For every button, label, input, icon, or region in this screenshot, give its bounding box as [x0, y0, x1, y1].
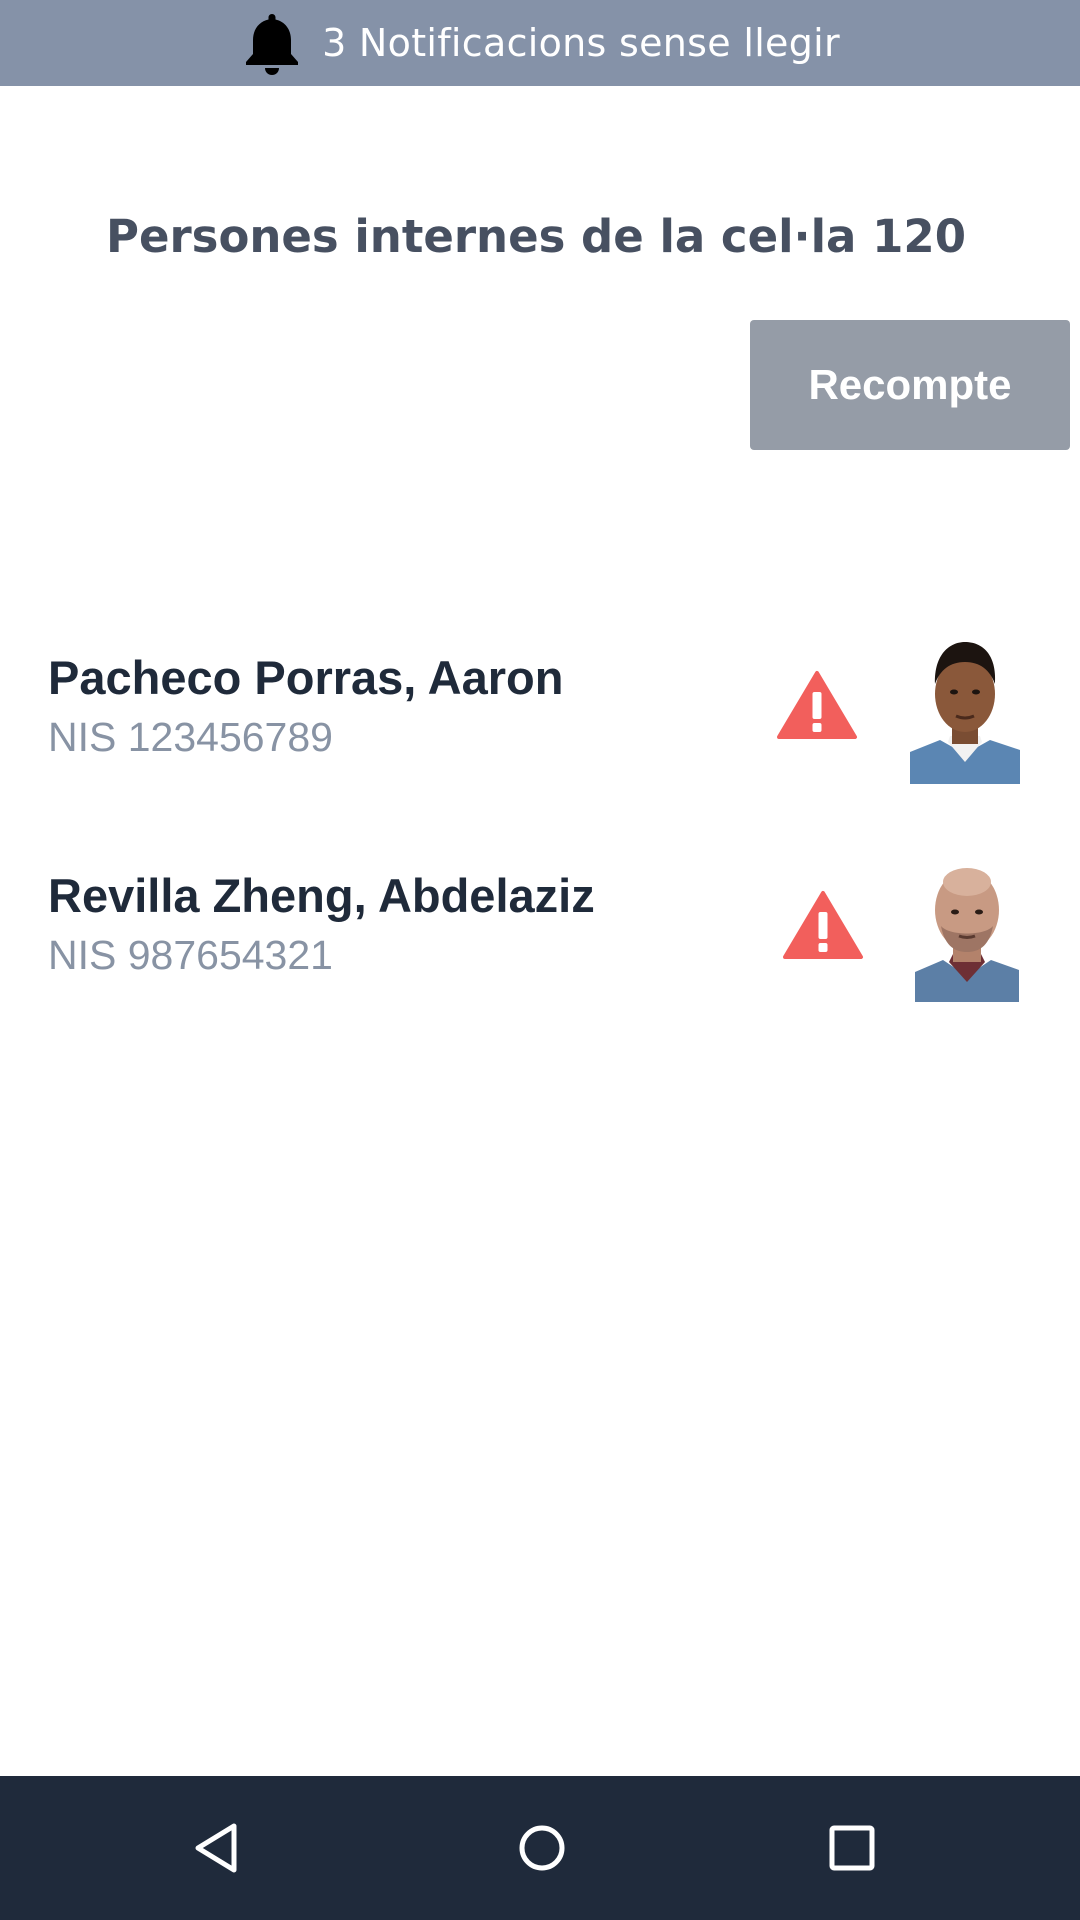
person-nis: NIS 987654321 [48, 932, 333, 978]
recount-button[interactable]: Recompte [750, 320, 1070, 450]
warning-icon [776, 670, 858, 740]
list-item[interactable]: Revilla Zheng, Abdelaziz NIS 987654321 [0, 850, 1080, 1038]
person-name: Pacheco Porras, Aaron [48, 651, 564, 704]
page-title: Persones internes de la cel·la 120 [105, 210, 967, 263]
person-name: Revilla Zheng, Abdelaziz [48, 869, 595, 922]
person-photo [915, 850, 1025, 1002]
back-triangle-icon[interactable] [182, 1812, 254, 1884]
person-photo [910, 632, 1020, 784]
system-nav-bar [0, 1776, 1080, 1920]
notification-bar[interactable]: 3 Notificacions sense llegir [0, 0, 1080, 86]
warning-icon [782, 890, 864, 960]
person-nis: NIS 123456789 [48, 714, 333, 760]
list-item[interactable]: Pacheco Porras, Aaron NIS 123456789 [0, 632, 1080, 820]
recents-square-icon[interactable] [816, 1812, 888, 1884]
home-circle-icon[interactable] [506, 1812, 578, 1884]
bell-icon [240, 10, 304, 76]
screen: 3 Notificacions sense llegir Persones in… [0, 0, 1080, 1920]
notification-text: 3 Notificacions sense llegir [322, 21, 840, 65]
